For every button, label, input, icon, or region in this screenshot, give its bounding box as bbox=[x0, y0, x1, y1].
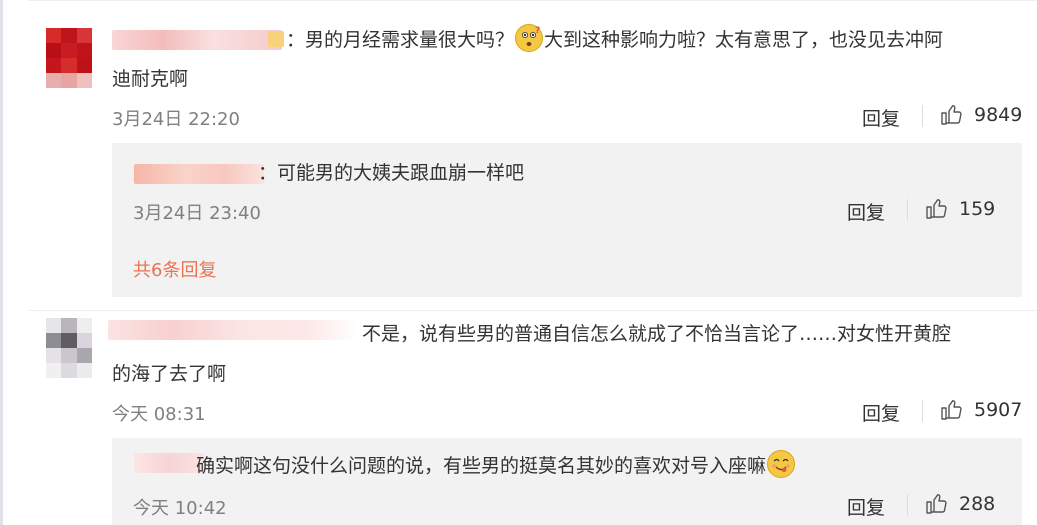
action-separator bbox=[922, 105, 923, 127]
action-separator bbox=[907, 494, 908, 516]
comment-divider bbox=[28, 310, 1037, 311]
user-badge-icon bbox=[268, 31, 284, 47]
thinking-face-icon: ? bbox=[515, 24, 544, 52]
like-count: 159 bbox=[959, 198, 996, 220]
comment-text-line1: ：男的月经需求量很大吗？ ? 大到这种影响力啦？太有意思了，也没见去冲阿 bbox=[286, 24, 943, 55]
action-separator bbox=[922, 400, 923, 422]
thumbs-up-icon bbox=[926, 494, 947, 514]
action-separator bbox=[907, 199, 908, 221]
like-count: 9849 bbox=[974, 104, 1023, 126]
svg-text:?: ? bbox=[535, 26, 540, 36]
name-separator: ： bbox=[286, 29, 306, 51]
thumbs-up-icon bbox=[926, 199, 947, 219]
reply-time: 今天 10:42 bbox=[133, 498, 227, 519]
reply-content: 确实啊这句没什么问题的说，有些男的挺莫名其妙的喜欢对号入座嘛 bbox=[196, 455, 767, 477]
thumbs-up-icon bbox=[941, 105, 962, 125]
yum-face-icon bbox=[767, 450, 796, 478]
top-divider bbox=[28, 0, 1037, 1]
comment-text-line2: 迪耐克啊 bbox=[112, 68, 189, 90]
blurred-username[interactable] bbox=[108, 320, 358, 340]
comment-time: 3月24日 22:20 bbox=[112, 109, 240, 130]
reply-button[interactable]: 回复 bbox=[847, 198, 885, 225]
like-button[interactable]: 159 bbox=[925, 197, 995, 221]
comment-text-part2: 大到这种影响力啦？太有意思了，也没见去冲阿 bbox=[544, 29, 944, 51]
like-count: 5907 bbox=[974, 399, 1023, 421]
blurred-username[interactable] bbox=[134, 164, 264, 184]
avatar[interactable] bbox=[46, 28, 92, 88]
reply-button[interactable]: 回复 bbox=[862, 104, 900, 131]
blurred-username[interactable] bbox=[134, 453, 204, 473]
more-replies-link[interactable]: 共6条回复 bbox=[133, 256, 216, 282]
reply-button[interactable]: 回复 bbox=[862, 399, 900, 426]
sub-replies-panel: 确实啊这句没什么问题的说，有些男的挺莫名其妙的喜欢对号入座嘛 今天 10:42 … bbox=[112, 438, 1022, 525]
like-button[interactable]: 5907 bbox=[940, 398, 1022, 422]
reply-content: 可能男的大姨夫跟血崩一样吧 bbox=[277, 162, 525, 184]
reply-button[interactable]: 回复 bbox=[847, 493, 885, 520]
reply-time: 3月24日 23:40 bbox=[133, 203, 261, 224]
reply-text: 确实啊这句没什么问题的说，有些男的挺莫名其妙的喜欢对号入座嘛 bbox=[196, 450, 796, 481]
like-button[interactable]: 9849 bbox=[940, 103, 1022, 127]
like-button[interactable]: 288 bbox=[925, 492, 995, 516]
comment-text-line1: 不是，说有些男的普通自信怎么就成了不恰当言论了……对女性开黄腔 bbox=[362, 323, 952, 345]
thumbs-up-icon bbox=[941, 400, 962, 420]
name-separator: ： bbox=[258, 162, 278, 184]
comment-time: 今天 08:31 bbox=[112, 404, 206, 425]
sub-replies-panel: ：可能男的大姨夫跟血崩一样吧 3月24日 23:40 回复 159 共6条回复 bbox=[112, 143, 1022, 297]
reply-text: ：可能男的大姨夫跟血崩一样吧 bbox=[258, 158, 524, 188]
left-edge-strip bbox=[0, 0, 3, 525]
comment-text-line2: 的海了去了啊 bbox=[112, 363, 227, 385]
blurred-username[interactable] bbox=[112, 30, 282, 50]
like-count: 288 bbox=[959, 493, 996, 515]
comment-text-part1: 男的月经需求量很大吗？ bbox=[305, 29, 515, 51]
avatar[interactable] bbox=[46, 318, 92, 378]
